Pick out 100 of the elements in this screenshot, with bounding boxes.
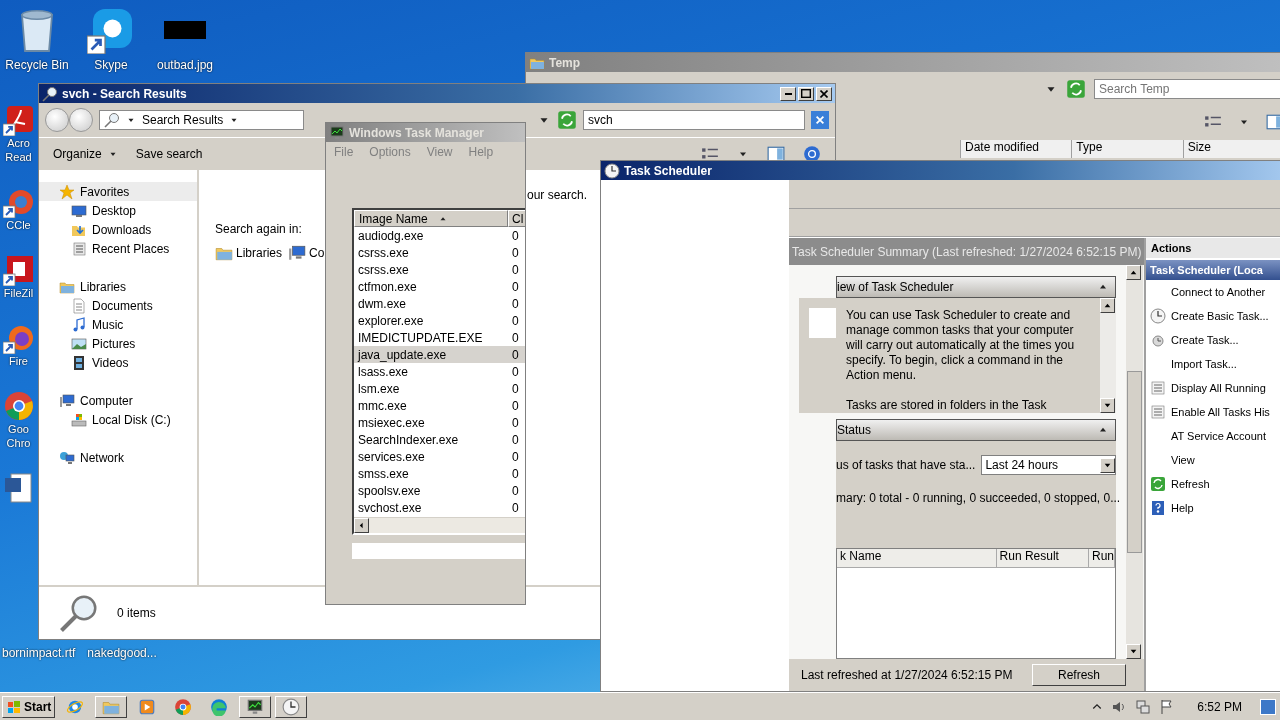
nav-item[interactable]: Network: [39, 448, 197, 467]
text-field[interactable]: [352, 543, 525, 559]
process-row[interactable]: explorer.exe 0: [354, 312, 525, 329]
desktop-icon-label[interactable]: FileZil: [0, 286, 37, 300]
process-row[interactable]: dwm.exe 0: [354, 295, 525, 312]
nav-item[interactable]: Local Disk (C:): [39, 410, 197, 429]
back-button[interactable]: [45, 108, 69, 132]
vertical-scrollbar[interactable]: [1100, 298, 1116, 413]
action-item[interactable]: Create Task...: [1146, 328, 1280, 352]
vertical-scrollbar[interactable]: [1126, 265, 1143, 659]
horizontal-scrollbar[interactable]: [354, 517, 525, 533]
action-item[interactable]: AT Service Account: [1146, 424, 1280, 448]
nav-item[interactable]: Favorites: [39, 182, 197, 201]
action-item[interactable]: Create Basic Task...: [1146, 304, 1280, 328]
location-link[interactable]: Co: [288, 244, 325, 262]
process-row[interactable]: svchost.exe 0: [354, 499, 525, 516]
toolbar-button[interactable]: Save search: [135, 145, 203, 163]
nav-item[interactable]: Desktop: [39, 201, 197, 220]
desktop-icon-label[interactable]: outbad.jpg: [156, 58, 214, 72]
nav-item[interactable]: Music: [39, 315, 197, 334]
nav-item[interactable]: Recent Places: [39, 239, 197, 258]
close-button[interactable]: [816, 86, 832, 101]
process-row[interactable]: mmc.exe 0: [354, 397, 525, 414]
search-field[interactable]: svch: [583, 110, 805, 130]
desktop-icon-label[interactable]: Fire: [0, 354, 37, 368]
breadcrumb[interactable]: Search Results: [142, 113, 224, 127]
desktop-icon-label[interactable]: CCle: [0, 218, 37, 232]
process-row[interactable]: services.exe 0: [354, 448, 525, 465]
process-row[interactable]: java_update.exe 0: [354, 346, 525, 363]
maximize-button[interactable]: [798, 86, 814, 101]
start-button[interactable]: Start: [2, 695, 56, 718]
clock-time[interactable]: 6:52 PM: [1197, 699, 1242, 714]
column-header[interactable]: Date modified: [960, 140, 1072, 158]
section-header[interactable]: Task Scheduler (Loca: [1146, 260, 1280, 280]
time-range-dropdown[interactable]: Last 24 hours: [981, 455, 1116, 475]
action-item[interactable]: Connect to Another: [1146, 280, 1280, 304]
nav-item[interactable]: Computer: [39, 391, 197, 410]
column-header[interactable]: Run: [1089, 549, 1115, 567]
process-row[interactable]: spoolsv.exe 0: [354, 482, 525, 499]
app-icon[interactable]: [2, 254, 35, 286]
process-row[interactable]: csrss.exe 0: [354, 261, 525, 278]
forward-button[interactable]: [69, 108, 93, 132]
column-header[interactable]: k Name: [837, 549, 997, 567]
recent-places-icon: [71, 240, 87, 257]
refresh-icon[interactable]: [1066, 79, 1086, 99]
action-item[interactable]: Refresh: [1146, 472, 1280, 496]
desktop-icon-label[interactable]: Acro Read: [0, 136, 37, 164]
column-header[interactable]: Run Result: [996, 549, 1089, 567]
refresh-button[interactable]: Refresh: [1032, 664, 1126, 686]
address-bar[interactable]: Search Results: [99, 110, 304, 130]
nav-item[interactable]: Pictures: [39, 334, 197, 353]
nav-item[interactable]: Downloads: [39, 220, 197, 239]
action-item[interactable]: Display All Running: [1146, 376, 1280, 400]
minimize-button[interactable]: [780, 86, 796, 101]
search-field[interactable]: Search Temp: [1094, 79, 1280, 99]
action-item[interactable]: Enable All Tasks His: [1146, 400, 1280, 424]
nav-item[interactable]: Videos: [39, 353, 197, 372]
column-header[interactable]: Type: [1071, 140, 1183, 158]
app-icon[interactable]: [2, 104, 35, 136]
network-icon[interactable]: [1135, 698, 1152, 715]
app-icon[interactable]: [87, 6, 135, 54]
desktop-icon-label[interactable]: bornimpact.rtf: [2, 646, 76, 660]
process-row[interactable]: ctfmon.exe 0: [354, 278, 525, 295]
column-header[interactable]: Size: [1182, 140, 1280, 158]
nav-item[interactable]: Libraries: [39, 277, 197, 296]
column-header[interactable]: Cl: [508, 210, 525, 227]
toolbar-button[interactable]: Organize: [53, 145, 118, 163]
desktop-icon-label[interactable]: Recycle Bin: [5, 58, 69, 72]
nav-item[interactable]: Documents: [39, 296, 197, 315]
process-row[interactable]: IMEDICTUPDATE.EXE 0: [354, 329, 525, 346]
process-row[interactable]: csrss.exe 0: [354, 244, 525, 261]
down-arrow-icon: [1103, 401, 1112, 410]
process-row[interactable]: msiexec.exe 0: [354, 414, 525, 431]
location-link[interactable]: Libraries: [215, 244, 283, 262]
action-item[interactable]: View: [1146, 448, 1280, 472]
process-row[interactable]: lsass.exe 0: [354, 363, 525, 380]
taskbar-button[interactable]: [275, 695, 308, 718]
show-desktop-button[interactable]: [1260, 698, 1276, 715]
refresh-icon[interactable]: [557, 110, 577, 130]
table-cell-text: lsm.exe: [357, 381, 401, 396]
taskbar-button[interactable]: [95, 695, 128, 718]
help-icon[interactable]: [803, 145, 821, 163]
process-row[interactable]: lsm.exe 0: [354, 380, 525, 397]
preview-pane-icon[interactable]: [767, 145, 785, 163]
desktop-icon-label[interactable]: Goo Chro: [0, 422, 37, 450]
process-row[interactable]: audiodg.exe 0: [354, 227, 525, 244]
action-item[interactable]: Help: [1146, 496, 1280, 520]
column-header[interactable]: Image Name: [354, 210, 508, 227]
section-header[interactable]: Status: [836, 419, 1116, 441]
process-row[interactable]: smss.exe 0: [354, 465, 525, 482]
process-row[interactable]: SearchIndexer.exe 0: [354, 431, 525, 448]
clear-icon[interactable]: [811, 111, 829, 129]
desktop-icon-label[interactable]: Skype: [94, 58, 128, 72]
table-cell-text: 0: [511, 330, 520, 345]
taskbar-button[interactable]: [239, 695, 272, 718]
action-item[interactable]: Import Task...: [1146, 352, 1280, 376]
browser-icon[interactable]: [2, 390, 35, 422]
drive-icon: [71, 411, 87, 428]
section-header[interactable]: iew of Task Scheduler: [836, 276, 1116, 298]
document-icon[interactable]: [2, 472, 35, 504]
